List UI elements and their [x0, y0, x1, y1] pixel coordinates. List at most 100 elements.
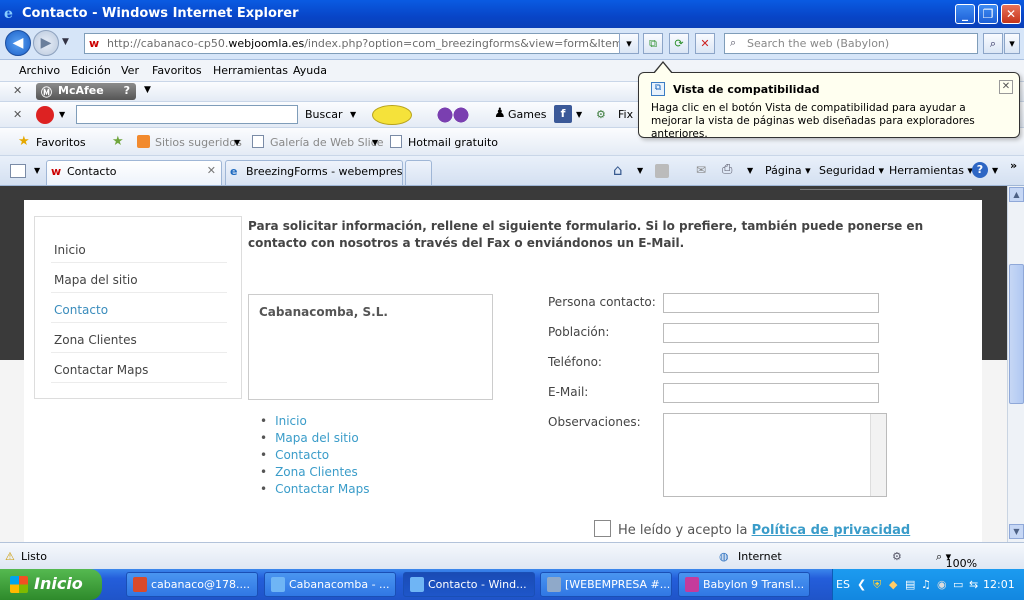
home-dropdown-icon[interactable]: ▼ — [637, 166, 643, 175]
mcafee-tray-icon[interactable]: ◆ — [889, 578, 897, 591]
safely-remove-icon[interactable]: ⇆ — [969, 578, 978, 591]
security-menu[interactable]: Seguridad ▾ — [819, 164, 884, 177]
quick-tabs-icon[interactable] — [10, 164, 26, 178]
sidenav-inicio[interactable]: Inicio — [51, 237, 227, 263]
scroll-up-icon[interactable]: ▲ — [1009, 187, 1024, 202]
sidenav-zona-clientes[interactable]: Zona Clientes — [51, 327, 227, 353]
link-contacto[interactable]: Contacto — [260, 448, 369, 465]
fix-button[interactable]: Fix — [618, 108, 633, 121]
smiley-face-icon[interactable] — [372, 105, 412, 125]
toolbar-search-field[interactable] — [76, 105, 298, 124]
menu-archivo[interactable]: Archivo — [19, 64, 60, 77]
tray-chevron-icon[interactable]: ❮ — [857, 578, 866, 591]
suggested-dropdown-icon[interactable]: ▼ — [234, 138, 240, 147]
compatibility-view-button[interactable]: ⧉ — [643, 33, 663, 54]
email-input[interactable] — [663, 383, 879, 403]
close-toolbar-icon[interactable]: ✕ — [13, 84, 22, 97]
search-input[interactable]: ⌕ Search the web (Babylon) — [724, 33, 978, 54]
link-inicio[interactable]: Inicio — [260, 414, 369, 431]
protected-mode-icon[interactable]: ⚙ — [892, 550, 902, 563]
sidenav-contactar-maps[interactable]: Contactar Maps — [51, 357, 227, 383]
poblacion-input[interactable] — [663, 323, 879, 343]
mail-icon[interactable]: ✉ — [696, 163, 706, 177]
close-button[interactable]: ✕ — [1001, 4, 1021, 24]
back-button[interactable]: ◀ — [5, 30, 31, 56]
monitor-icon[interactable]: ▭ — [953, 578, 963, 591]
stop-button[interactable]: ✕ — [695, 33, 715, 54]
volume-icon[interactable]: ♫ — [921, 578, 931, 591]
sidenav-mapa-del-sitio[interactable]: Mapa del sitio — [51, 267, 227, 293]
tab-list-icon[interactable]: ▼ — [34, 166, 40, 175]
tab-breezingforms[interactable]: e BreezingForms - webempres... — [225, 160, 403, 185]
minimize-button[interactable]: _ — [955, 4, 975, 24]
favorites-button[interactable]: Favoritos — [36, 136, 86, 149]
menu-ayuda[interactable]: Ayuda — [293, 64, 327, 77]
more-chevron-icon[interactable]: » — [1010, 159, 1017, 172]
scroll-down-icon[interactable]: ▼ — [1009, 524, 1024, 539]
task-babylon[interactable]: Babylon 9 Transl... — [678, 572, 810, 597]
search-go-button[interactable]: ⌕ — [983, 33, 1003, 54]
network-icon[interactable]: ▤ — [905, 578, 915, 591]
task-cabanacomba[interactable]: Cabanacomba - ... — [264, 572, 396, 597]
clock[interactable]: 12:01 — [983, 578, 1015, 591]
tray-app-icon[interactable]: ◉ — [937, 578, 947, 591]
facebook-icon[interactable]: f — [554, 105, 572, 123]
home-icon[interactable]: ⌂ — [613, 161, 623, 179]
facebook-dropdown-icon[interactable]: ▼ — [576, 110, 582, 119]
privacy-link[interactable]: Política de privacidad — [752, 523, 911, 538]
refresh-button[interactable]: ⟳ — [669, 33, 689, 54]
suggested-sites-button[interactable]: Sitios sugeridos — [155, 136, 242, 149]
task-webempresa[interactable]: [WEBEMPRESA #... — [540, 572, 672, 597]
task-filezilla[interactable]: cabanaco@178.... — [126, 572, 258, 597]
eyes-icon[interactable] — [433, 107, 473, 123]
games-button[interactable]: Games — [508, 108, 546, 121]
persona-contacto-input[interactable] — [663, 293, 879, 313]
scroll-thumb[interactable] — [1009, 264, 1024, 404]
address-input[interactable]: w http://cabanaco-cp50.webjoomla.es/inde… — [84, 33, 638, 54]
page-scrollbar[interactable]: ▲ ▼ — [1007, 186, 1024, 542]
link-zona-clientes[interactable]: Zona Clientes — [260, 465, 369, 482]
privacy-checkbox[interactable] — [594, 520, 611, 537]
menu-ver[interactable]: Ver — [121, 64, 139, 77]
smiley-dropdown-icon[interactable]: ▼ — [59, 110, 65, 119]
tab-close-icon[interactable]: ✕ — [207, 164, 216, 177]
forward-button[interactable]: ▶ — [33, 30, 59, 56]
link-mapa-del-sitio[interactable]: Mapa del sitio — [260, 431, 369, 448]
history-dropdown-icon[interactable]: ▼ — [62, 37, 69, 47]
tools-menu[interactable]: Herramientas ▾ — [889, 164, 973, 177]
add-favorite-icon[interactable]: ★ — [112, 134, 124, 149]
telefono-input[interactable] — [663, 353, 879, 373]
close-toolbar-icon[interactable]: ✕ — [13, 108, 22, 121]
print-dropdown-icon[interactable]: ▼ — [747, 166, 753, 175]
address-dropdown-button[interactable]: ▾ — [619, 33, 639, 54]
help-icon[interactable]: ? — [972, 162, 988, 178]
menu-herramientas[interactable]: Herramientas — [213, 64, 288, 77]
zoom-control[interactable]: ⌕ 100% ▾ — [936, 550, 977, 570]
popup-close-icon[interactable]: ✕ — [999, 80, 1013, 94]
hotmail-link[interactable]: Hotmail gratuito — [408, 136, 498, 149]
smiley-icon[interactable] — [36, 106, 54, 124]
observaciones-textarea[interactable] — [663, 413, 887, 497]
buscar-button[interactable]: Buscar — [305, 108, 343, 121]
mcafee-dropdown-icon[interactable]: ▼ — [144, 85, 151, 95]
menu-edicion[interactable]: Edición — [71, 64, 111, 77]
help-dropdown-icon[interactable]: ▼ — [992, 166, 998, 175]
shield-icon[interactable]: ⛨ — [873, 578, 881, 592]
menu-favoritos[interactable]: Favoritos — [152, 64, 202, 77]
new-tab-button[interactable] — [405, 160, 432, 185]
textarea-scrollbar[interactable] — [870, 414, 886, 496]
link-contactar-maps[interactable]: Contactar Maps — [260, 482, 369, 499]
search-options-button[interactable]: ▾ — [1004, 33, 1020, 54]
tab-contacto[interactable]: w Contacto ✕ — [46, 160, 222, 185]
maximize-button[interactable]: ❐ — [978, 4, 998, 24]
feeds-icon[interactable] — [655, 164, 669, 178]
print-icon[interactable]: ⎙ — [722, 162, 732, 177]
sidenav-contacto[interactable]: Contacto — [51, 297, 227, 323]
web-slice-dropdown-icon[interactable]: ▼ — [372, 138, 378, 147]
page-menu[interactable]: Página ▾ — [765, 164, 811, 177]
start-button[interactable]: Inicio — [0, 569, 102, 600]
buscar-dropdown-icon[interactable]: ▼ — [350, 110, 356, 119]
task-contacto[interactable]: Contacto - Wind... — [403, 572, 535, 597]
mcafee-button[interactable]: Ⓜ McAfee ? — [36, 83, 136, 100]
language-indicator[interactable]: ES — [836, 578, 850, 591]
